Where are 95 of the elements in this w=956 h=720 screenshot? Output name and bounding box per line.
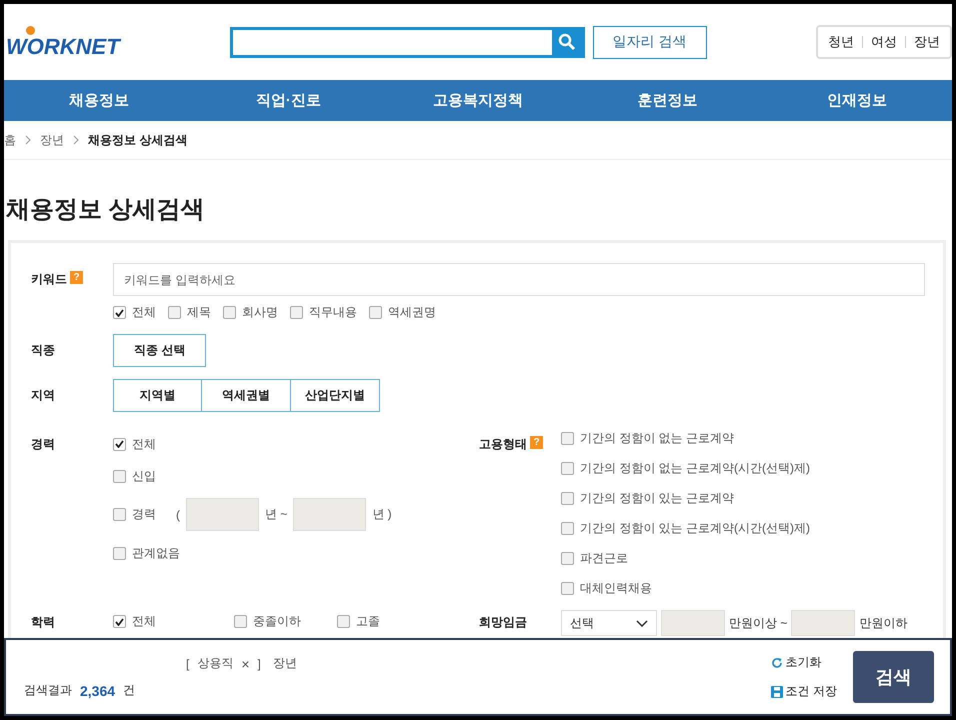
- checkbox-label: 기간의 정함이 없는 근로계약(시간(선택)제): [580, 460, 810, 476]
- years-input[interactable]: [293, 498, 366, 531]
- salary-input[interactable]: [791, 610, 856, 636]
- worknet-logo[interactable]: WORKNET: [4, 24, 122, 60]
- check-icon: [115, 618, 124, 626]
- search-submit-button[interactable]: 검색: [853, 651, 934, 703]
- save-icon: [770, 686, 783, 698]
- checkbox-label: 전체: [132, 436, 156, 452]
- audience-link[interactable]: 여성: [871, 33, 897, 51]
- checkbox-label: 대체인력채용: [580, 580, 652, 596]
- checkbox-label: 기간의 정함이 없는 근로계약: [580, 430, 734, 446]
- search-field[interactable]: [230, 26, 585, 58]
- checkbox[interactable]: [561, 462, 574, 474]
- checkbox[interactable]: [113, 306, 126, 319]
- breadcrumb-link[interactable]: 채용정보 상세검색: [88, 132, 188, 148]
- page-title: 채용정보 상세검색: [5, 195, 206, 225]
- checkbox-label: 제목: [187, 304, 211, 321]
- salary-input[interactable]: [661, 610, 725, 636]
- tag-label: 상용직: [197, 655, 234, 672]
- checkbox[interactable]: [234, 615, 247, 628]
- field-label: 경력: [31, 436, 55, 453]
- checkbox[interactable]: [561, 582, 574, 594]
- keyword-input[interactable]: 키워드를 입력하세요: [113, 263, 925, 296]
- checkbox[interactable]: [561, 552, 574, 564]
- logo-dot-icon: [26, 26, 35, 35]
- checkbox[interactable]: [561, 492, 574, 504]
- breadcrumb-link[interactable]: 장년: [40, 132, 64, 148]
- refresh-icon: [770, 656, 783, 668]
- reset-button[interactable]: 초기화: [770, 654, 837, 671]
- nav-item[interactable]: 인재정보: [762, 80, 952, 121]
- audience-link[interactable]: 청년: [828, 33, 854, 51]
- checkbox-label: 고졸: [356, 613, 380, 630]
- field-label: 희망임금: [479, 614, 527, 631]
- job-type-button[interactable]: 직종 선택: [113, 334, 206, 367]
- remove-tag-button[interactable]: ×: [241, 656, 250, 672]
- nav-item[interactable]: 직업·진로: [194, 80, 384, 121]
- nav-item[interactable]: 훈련정보: [572, 80, 762, 121]
- search-icon: [558, 33, 576, 51]
- checkbox[interactable]: [561, 432, 574, 444]
- region-button[interactable]: 산업단지별: [291, 379, 380, 412]
- region-button[interactable]: 역세권별: [202, 379, 291, 412]
- audience-link[interactable]: 장년: [914, 33, 940, 51]
- unit-text: 만원이상 ~: [729, 614, 788, 632]
- result-label: 검색결과: [24, 682, 72, 699]
- result-count: 2,364: [80, 682, 116, 698]
- nav-item[interactable]: 채용정보: [4, 80, 194, 121]
- check-icon: [115, 308, 124, 316]
- checkbox-label: 경력: [132, 506, 156, 523]
- job-search-button[interactable]: 일자리 검색: [592, 26, 707, 58]
- region-button[interactable]: 지역별: [113, 379, 202, 412]
- bracket-text: [: [186, 656, 190, 670]
- checkbox[interactable]: [561, 522, 574, 534]
- tag-label: 장년: [272, 655, 297, 672]
- checkbox[interactable]: [337, 615, 350, 628]
- chevron-icon: [73, 135, 79, 145]
- check-icon: [115, 440, 124, 448]
- field-label: 직종: [31, 342, 55, 359]
- checkbox-label: 파견근로: [580, 550, 628, 566]
- checkbox-label: 중졸이하: [253, 613, 301, 630]
- checkbox[interactable]: [290, 306, 303, 319]
- checkbox[interactable]: [113, 546, 126, 560]
- field-label: 지역: [31, 387, 55, 404]
- breadcrumb-link[interactable]: 홈: [4, 132, 16, 148]
- years-input[interactable]: [186, 498, 259, 531]
- checkbox[interactable]: [223, 306, 236, 319]
- checkbox-label: 기간의 정함이 있는 근로계약: [580, 490, 734, 506]
- checkbox-label: 기간의 정함이 있는 근로계약(시간(선택)제): [580, 520, 810, 536]
- checkbox-label: 회사명: [242, 304, 278, 321]
- salary-select[interactable]: 선택: [561, 610, 657, 636]
- unit-text: 만원이하: [859, 614, 908, 632]
- paren-text: (: [176, 508, 180, 522]
- unit-text: 년 ~: [265, 506, 288, 523]
- checkbox[interactable]: [168, 306, 181, 319]
- checkbox-label: 직무내용: [309, 304, 357, 321]
- checkbox-label: 전체: [132, 304, 156, 321]
- checkbox[interactable]: [113, 438, 126, 450]
- save-conditions-button[interactable]: 조건 저장: [770, 683, 837, 700]
- checkbox[interactable]: [113, 470, 126, 482]
- search-button[interactable]: [552, 30, 582, 54]
- checkbox-label: 전체: [132, 613, 156, 630]
- checkbox-label: 신입: [132, 468, 156, 484]
- bracket-text: ]: [258, 656, 261, 670]
- nav-item[interactable]: 고용복지정책: [383, 80, 573, 121]
- field-label: 학력: [31, 614, 55, 631]
- field-label: 키워드: [31, 271, 67, 288]
- caret-icon: [636, 620, 648, 626]
- field-label: 고용형태: [479, 436, 527, 453]
- checkbox[interactable]: [113, 615, 126, 628]
- result-unit: 건: [123, 682, 136, 699]
- checkbox-label: 관계없음: [132, 544, 180, 562]
- checkbox[interactable]: [369, 306, 382, 319]
- checkbox-label: 역세권명: [388, 304, 436, 321]
- chevron-icon: [25, 135, 31, 145]
- checkbox[interactable]: [113, 508, 126, 521]
- unit-text: 년 ): [372, 506, 392, 523]
